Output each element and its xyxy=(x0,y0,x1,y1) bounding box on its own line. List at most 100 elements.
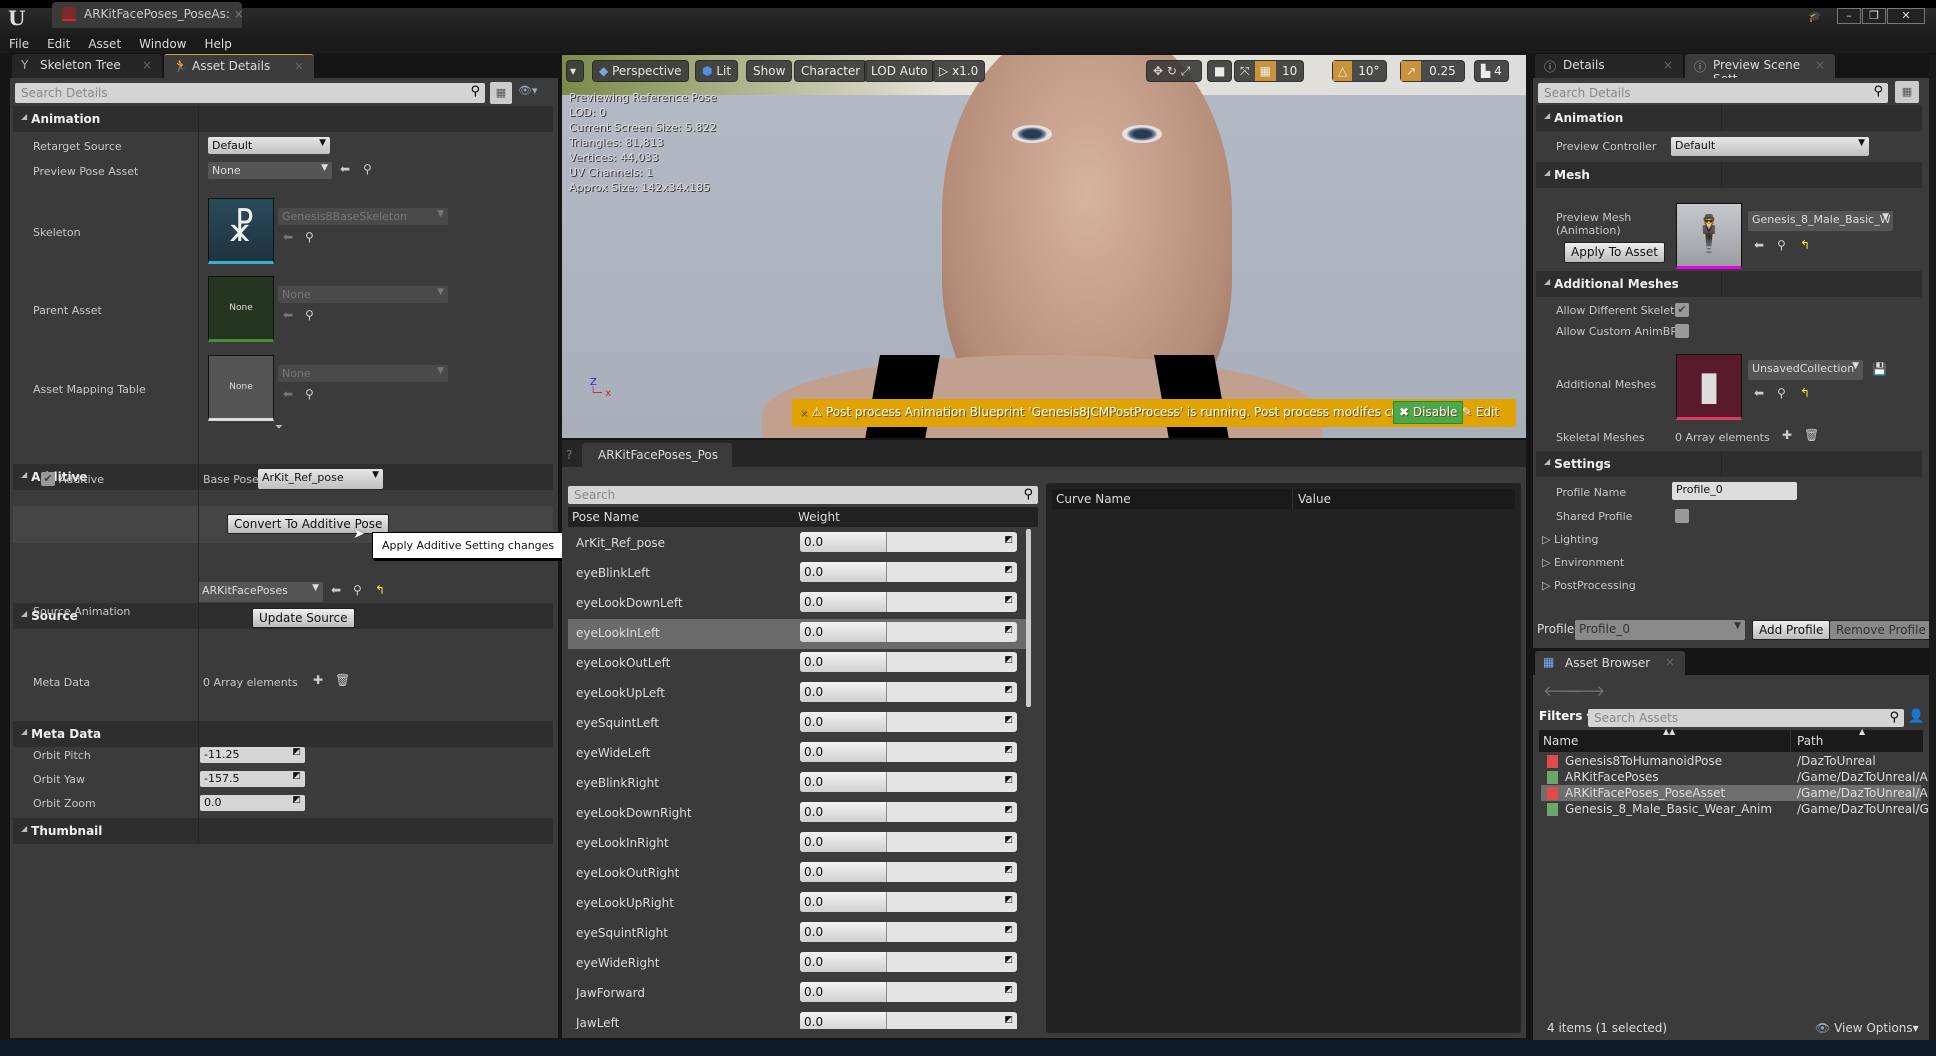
tab-skeleton-tree[interactable]: Y Skeleton Tree × xyxy=(12,54,162,78)
category-mesh[interactable]: ◢ Mesh xyxy=(1536,162,1922,188)
use-selected-arrow-icon[interactable]: ⬅ xyxy=(340,162,350,176)
browse-icon[interactable]: ⚲ xyxy=(305,230,314,244)
pose-row[interactable]: eyeLookInLeft 0.0 ◩ xyxy=(568,619,1028,649)
asset-mapping-thumbnail[interactable]: None xyxy=(208,355,274,421)
delete-all-icon[interactable]: 🗑 xyxy=(335,673,350,687)
category-thumbnail[interactable]: ◢ Thumbnail xyxy=(13,818,553,844)
base-pose-dropdown[interactable]: ArKit_Ref_pose ▼ xyxy=(258,469,383,489)
pose-weight-slider[interactable]: 0.0 ◩ xyxy=(800,922,1017,942)
surface-snap-icon[interactable]: ■ xyxy=(1207,60,1233,82)
pose-row[interactable]: eyeLookUpLeft 0.0 ◩ xyxy=(568,679,1028,709)
viewport[interactable]: ▾ ◆ Perspective ⬢ Lit Show Character LOD… xyxy=(562,55,1526,438)
apply-to-asset-button[interactable]: Apply To Asset xyxy=(1564,242,1665,263)
pose-row[interactable]: eyeWideRight 0.0 ◩ xyxy=(568,949,1028,979)
add-profile-button[interactable]: Add Profile xyxy=(1752,620,1831,640)
grid-view-icon[interactable]: ▦ xyxy=(490,82,512,104)
pose-row[interactable]: eyeBlinkLeft 0.0 ◩ xyxy=(568,559,1028,589)
reset-to-default-icon[interactable]: ↰ xyxy=(1800,386,1810,400)
rotation-snap-toggle[interactable]: △ 10° xyxy=(1332,60,1387,82)
maximize-button[interactable]: ❐ xyxy=(1862,8,1886,24)
additive-checkbox[interactable]: ✔ xyxy=(41,472,55,486)
browse-icon[interactable]: ⚲ xyxy=(1777,238,1786,252)
retarget-source-dropdown[interactable]: Default ▼ xyxy=(208,137,330,154)
orbit-zoom-input[interactable]: 0.0 ◩ xyxy=(200,795,305,811)
tab-preview-scene-settings[interactable]: ⓘPreview Scene Sett× xyxy=(1685,54,1835,86)
transform-tools[interactable]: ✥ ↻ ⤢ xyxy=(1146,60,1202,82)
update-source-button[interactable]: Update Source xyxy=(252,608,355,628)
pose-row[interactable]: eyeLookDownRight 0.0 ◩ xyxy=(568,799,1028,829)
tab-pose-asset[interactable]: ARKitFacePoses_Pos xyxy=(582,443,732,467)
category-settings[interactable]: ◢ Settings xyxy=(1536,451,1922,477)
pose-row[interactable]: eyeLookInRight 0.0 ◩ xyxy=(568,829,1028,859)
pose-row[interactable]: JawForward 0.0 ◩ xyxy=(568,979,1028,1009)
browse-icon[interactable]: ⚲ xyxy=(305,308,314,322)
pose-search-input[interactable]: Search ⚲ xyxy=(568,486,1038,504)
pose-weight-slider[interactable]: 0.0 ◩ xyxy=(800,832,1017,852)
menu-file[interactable]: File xyxy=(0,36,38,53)
pose-weight-slider[interactable]: 0.0 ◩ xyxy=(800,892,1017,912)
menu-help[interactable]: Help xyxy=(195,36,240,53)
close-window-button[interactable]: ✕ xyxy=(1887,8,1925,24)
source-animation-dropdown[interactable]: ARKitFacePoses ▼ xyxy=(198,582,323,602)
scale-snap-toggle[interactable]: ↗ 0.25 xyxy=(1400,60,1465,82)
menu-asset[interactable]: Asset xyxy=(79,36,130,53)
viewport-options-button[interactable]: ▾ xyxy=(566,60,584,82)
orbit-yaw-input[interactable]: -157.5 ◩ xyxy=(200,771,305,787)
use-selected-arrow-icon[interactable]: ⬅ xyxy=(331,583,341,597)
category-additional-meshes[interactable]: ◢ Additional Meshes xyxy=(1536,271,1922,297)
pose-row[interactable]: eyeLookDownLeft 0.0 ◩ xyxy=(568,589,1028,619)
show-button[interactable]: Show xyxy=(746,60,793,82)
asset-row[interactable]: ARKitFacePoses_PoseAsset/Game/DazToUnrea… xyxy=(1541,785,1928,801)
pose-weight-slider[interactable]: 0.0 ◩ xyxy=(800,592,1017,612)
dismiss-icon[interactable]: × xyxy=(800,409,808,419)
camera-speed-button[interactable]: ▙ 4 xyxy=(1474,60,1509,82)
pose-row[interactable]: eyeSquintRight 0.0 ◩ xyxy=(568,919,1028,949)
add-element-icon[interactable]: ✚ xyxy=(313,673,323,687)
pose-row[interactable]: eyeLookUpRight 0.0 ◩ xyxy=(568,889,1028,919)
menu-window[interactable]: Window xyxy=(130,36,195,53)
disable-button[interactable]: ✖ Disable xyxy=(1393,401,1464,424)
search-assets-input[interactable]: Search Assets ⚲ xyxy=(1588,709,1904,727)
pose-weight-slider[interactable]: 0.0 ◩ xyxy=(800,712,1017,732)
pose-list-scrollbar[interactable] xyxy=(1026,529,1031,707)
allow-different-skeletons-checkbox[interactable]: ✔ xyxy=(1675,303,1689,317)
playback-speed-button[interactable]: ▷ x1.0 xyxy=(932,60,986,82)
menu-edit[interactable]: Edit xyxy=(38,36,79,53)
eye-visibility-icon[interactable]: 👁▾ xyxy=(518,84,538,97)
asset-row[interactable]: Genesis_8_Male_Basic_Wear_Anim/Game/DazT… xyxy=(1541,801,1929,817)
edit-button[interactable]: ✎ Edit xyxy=(1462,405,1499,419)
save-icon[interactable]: 💾 xyxy=(1872,362,1887,376)
column-header-curve-name[interactable]: Curve Name xyxy=(1056,492,1131,506)
pose-weight-slider[interactable]: 0.0 ◩ xyxy=(800,772,1017,792)
document-tab[interactable]: ARKitFacePoses_PoseAs: × xyxy=(52,2,242,28)
parent-asset-thumbnail[interactable]: None xyxy=(208,276,274,342)
pose-row[interactable]: eyeLookOutRight 0.0 ◩ xyxy=(568,859,1028,889)
lit-button[interactable]: ⬢ Lit xyxy=(695,60,739,82)
column-header-weight[interactable]: Weight xyxy=(798,510,840,524)
pose-row[interactable]: eyeSquintLeft 0.0 ◩ xyxy=(568,709,1028,739)
close-tab-icon[interactable]: × xyxy=(142,58,152,72)
close-tab-icon[interactable]: × xyxy=(294,59,304,73)
scale-icon[interactable]: ⤢ xyxy=(1181,64,1191,78)
browse-icon[interactable]: ⚲ xyxy=(305,387,314,401)
shared-profile-checkbox[interactable] xyxy=(1675,509,1689,523)
pose-weight-slider[interactable]: 0.0 ◩ xyxy=(800,802,1017,822)
tab-details[interactable]: ⓘ Details × xyxy=(1535,54,1683,78)
close-tab-icon[interactable]: × xyxy=(1663,58,1673,72)
pose-row[interactable]: eyeWideLeft 0.0 ◩ xyxy=(568,739,1028,769)
convert-to-additive-pose-button[interactable]: Convert To Additive Pose xyxy=(227,514,390,534)
column-header-pose-name[interactable]: Pose Name xyxy=(572,510,639,524)
preview-pose-dropdown[interactable]: None ▼ xyxy=(208,162,332,179)
help-icon[interactable]: ? xyxy=(566,448,572,462)
pose-weight-slider[interactable]: 0.0 ◩ xyxy=(800,862,1017,882)
pose-row[interactable]: eyeBlinkRight 0.0 ◩ xyxy=(568,769,1028,799)
lod-button[interactable]: LOD Auto xyxy=(864,60,935,82)
category-animation[interactable]: ◢ Animation xyxy=(13,106,553,132)
add-element-icon[interactable]: ✚ xyxy=(1782,428,1792,442)
preview-mesh-thumbnail[interactable]: 🕴 xyxy=(1676,203,1742,269)
pose-row[interactable]: JawLeft 0.0 ◩ xyxy=(568,1009,1028,1029)
pose-weight-slider[interactable]: 0.0 ◩ xyxy=(800,532,1017,552)
close-tab-icon[interactable]: × xyxy=(1665,655,1675,669)
skeleton-dropdown[interactable]: Genesis8BaseSkeleton ▼ xyxy=(278,208,448,225)
pose-weight-slider[interactable]: 0.0 ◩ xyxy=(800,742,1017,762)
